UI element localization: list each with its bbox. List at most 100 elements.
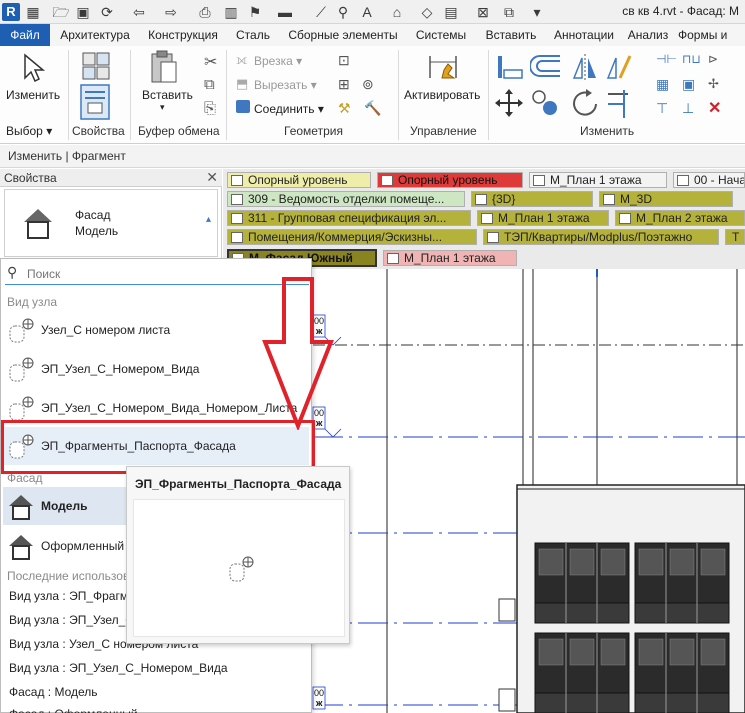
tab-massing[interactable]: Формы и — [678, 24, 745, 46]
view-tab[interactable]: 309 - Ведомость отделки помеще... — [227, 191, 465, 207]
tab-steel[interactable]: Сталь — [230, 24, 276, 46]
align-icon[interactable] — [494, 52, 526, 82]
join-icon[interactable] — [236, 100, 250, 113]
flag-icon[interactable]: ⚑ — [246, 3, 264, 21]
cutout-icon[interactable]: ⬒ — [236, 76, 248, 92]
split-element-icon[interactable]: ⊣⊢ — [656, 52, 677, 66]
properties-palette-icon[interactable] — [80, 84, 110, 120]
modify-button[interactable]: Изменить — [6, 88, 60, 102]
cut-button[interactable]: Врезка ▾ — [254, 54, 302, 68]
split-face-icon[interactable]: ⊞ — [338, 76, 350, 93]
close-icon[interactable]: ✕ — [206, 169, 218, 186]
home-grid-icon[interactable]: ▦ — [24, 3, 42, 21]
tag-icon[interactable]: ⚲ — [334, 3, 352, 21]
tab-architecture[interactable]: Архитектура — [54, 24, 136, 46]
tab-systems[interactable]: Системы — [410, 24, 472, 46]
view-tab[interactable]: Помещения/Коммерция/Эскизны... — [227, 229, 477, 245]
grid-icon[interactable]: ▥ — [222, 3, 240, 21]
close-inactive-icon[interactable]: ⊠ — [474, 3, 492, 21]
copy-element-icon[interactable] — [530, 88, 562, 120]
trim-extend-icon[interactable] — [604, 88, 634, 120]
trim-corner-icon[interactable]: ⊤ — [656, 100, 668, 117]
hammer-icon[interactable]: 🔨 — [364, 100, 381, 117]
recent-item[interactable]: Фасад : Модель — [9, 685, 98, 699]
3d-home-icon[interactable]: ⌂ — [388, 3, 406, 21]
paint-icon[interactable]: ⊚ — [362, 76, 374, 93]
tab-file[interactable]: Файл — [0, 24, 50, 46]
rotate-icon[interactable] — [570, 88, 600, 120]
pin-icon[interactable]: ✢ — [708, 76, 719, 92]
mirror-draw-icon[interactable] — [604, 52, 634, 82]
type-properties-icon[interactable] — [80, 50, 112, 84]
view-tab[interactable]: М_План 1 этажа — [529, 172, 667, 188]
type-selector[interactable]: Фасад Модель ▴ — [4, 189, 218, 257]
sync-icon[interactable]: ⟳ — [98, 3, 116, 21]
view-tab[interactable]: {3D} — [471, 191, 593, 207]
annotation-arrow-icon — [262, 277, 334, 430]
measure-icon[interactable]: ▬ — [276, 3, 294, 21]
paste-button[interactable]: Вставить — [142, 88, 193, 102]
move-icon[interactable] — [494, 88, 524, 118]
cursor-arrow-icon[interactable] — [20, 52, 46, 84]
trim-single-icon[interactable]: ⊥ — [682, 100, 694, 117]
activate-button[interactable]: Активировать — [404, 88, 480, 102]
paste-icon[interactable] — [148, 50, 178, 86]
view-tab[interactable]: ТЭП/Квартиры/Modplus/Поэтажно — [483, 229, 719, 245]
recent-item[interactable]: Фасад : Оформленный — [9, 707, 138, 713]
scissors-icon[interactable]: ✂ — [204, 52, 217, 72]
match-type-icon[interactable]: ⎘ — [204, 100, 216, 117]
select-menu[interactable]: Выбор ▾ — [6, 124, 52, 138]
redo-icon[interactable]: ⇨ — [162, 3, 180, 21]
switch-windows-icon[interactable]: ⧉ — [500, 3, 518, 21]
tab-structure[interactable]: Конструкция — [140, 24, 226, 46]
wall-joins-icon[interactable]: ⊡ — [338, 52, 350, 69]
tab-insert[interactable]: Вставить — [478, 24, 544, 46]
text-icon[interactable]: A — [358, 3, 376, 21]
recent-item[interactable]: Вид узла : ЭП_Фрагме — [9, 589, 135, 603]
cutout-button[interactable]: Вырезать ▾ — [254, 78, 317, 92]
split-gap-icon[interactable]: ⊓⊔ — [682, 52, 701, 66]
recent-item[interactable]: Вид узла : ЭП_Узел_С — [9, 613, 134, 627]
section-icon[interactable]: ◇ — [418, 3, 436, 21]
type-selector-chevron-icon[interactable]: ▴ — [206, 214, 211, 225]
demolish-icon[interactable]: ⚒ — [338, 100, 351, 117]
view-tab[interactable]: Опорный уровень — [377, 172, 523, 188]
paste-chevron-icon[interactable]: ▾ — [160, 102, 165, 113]
dropdown-chevron-icon[interactable]: ▾ — [528, 3, 546, 21]
undo-icon[interactable]: ⇦ — [130, 3, 148, 21]
cope-icon[interactable]: ⟗ — [236, 52, 247, 68]
properties-header: Свойства ✕ — [0, 169, 222, 187]
scale-icon[interactable]: ▣ — [682, 76, 695, 93]
tab-precast[interactable]: Сборные элементы — [282, 24, 404, 46]
delete-icon[interactable]: ✕ — [708, 98, 721, 118]
offset-icon[interactable] — [530, 52, 566, 82]
view-icon — [481, 213, 493, 224]
print-icon[interactable]: ⎙ — [196, 3, 214, 21]
save-icon[interactable]: ▣ — [74, 3, 92, 21]
window-tile-icon[interactable]: ▤ — [442, 3, 460, 21]
line-icon[interactable]: ⟋ — [312, 3, 330, 21]
3d-view-icon — [475, 194, 487, 205]
mirror-axis-icon[interactable] — [570, 52, 600, 82]
copy-icon[interactable]: ⧉ — [204, 76, 215, 93]
detail-view-icon — [9, 396, 34, 421]
level-tag: 00 — [314, 688, 325, 698]
view-tab[interactable]: М_План 1 этажа — [477, 210, 609, 226]
join-button[interactable]: Соединить ▾ — [254, 102, 324, 116]
view-tab[interactable]: Т — [725, 229, 745, 245]
tab-analyze[interactable]: Анализ — [624, 24, 672, 46]
view-tab[interactable]: Опорный уровень — [227, 172, 371, 188]
view-tab[interactable]: М_План 1 этажа — [383, 250, 517, 266]
recent-item[interactable]: Вид узла : ЭП_Узел_С_Номером_Вида — [9, 661, 228, 675]
view-tab[interactable]: 311 - Групповая спецификация эл... — [227, 210, 471, 226]
view-tab[interactable]: 00 - Нача — [673, 172, 745, 188]
array-icon[interactable]: ▦ — [656, 76, 669, 93]
view-tab[interactable]: М_План 2 этажа — [615, 210, 745, 226]
view-tab[interactable]: М_3D — [599, 191, 733, 207]
unpin-icon[interactable]: ⊳ — [708, 52, 718, 66]
context-bar: Изменить | Фрагмент — [0, 145, 745, 168]
activate-icon[interactable] — [426, 52, 460, 82]
open-folder-icon[interactable]: 🗁 — [52, 3, 70, 21]
revit-logo-icon[interactable]: R — [2, 3, 20, 21]
tab-annotate[interactable]: Аннотации — [550, 24, 618, 46]
